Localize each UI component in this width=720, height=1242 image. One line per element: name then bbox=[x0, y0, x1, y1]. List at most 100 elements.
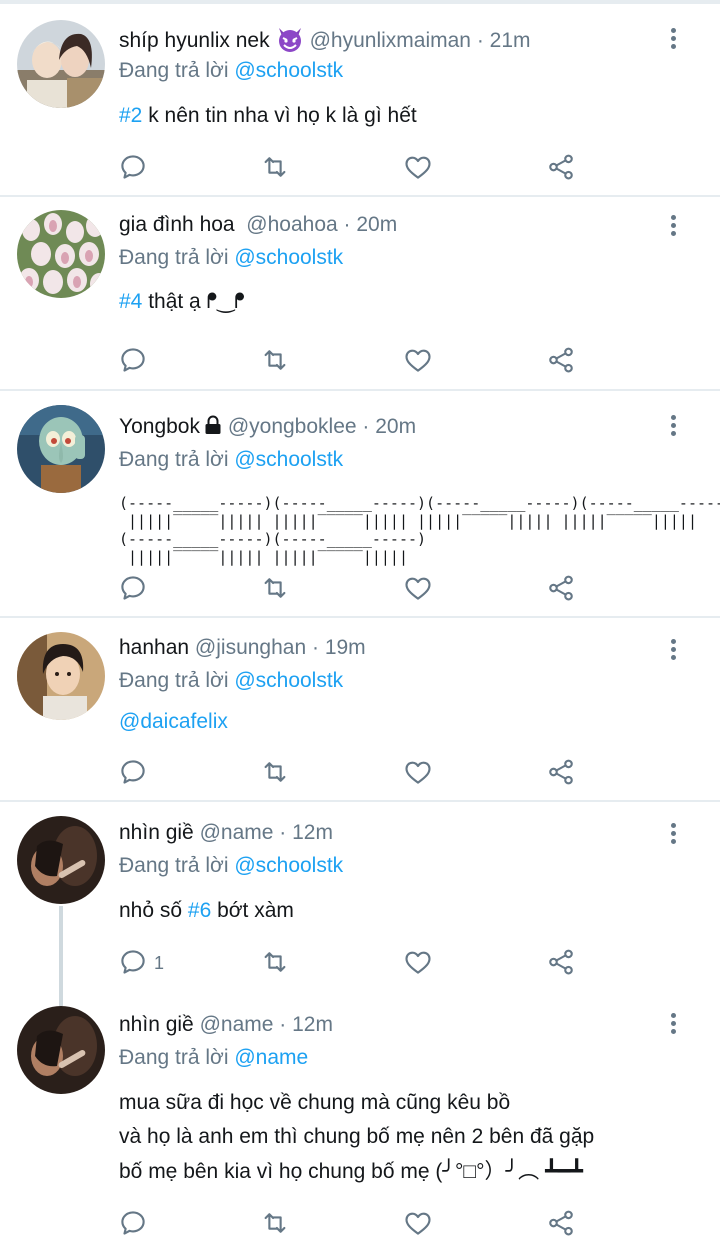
retweet-button[interactable] bbox=[260, 573, 294, 607]
reply-button[interactable] bbox=[118, 573, 152, 607]
display-name[interactable]: hanhan bbox=[119, 636, 189, 659]
mention-link[interactable]: @daicafelix bbox=[119, 710, 228, 733]
reply-mention[interactable]: @schoolstk bbox=[234, 246, 343, 269]
handle[interactable]: @name bbox=[200, 821, 274, 844]
handle[interactable]: @yongboklee bbox=[228, 415, 357, 438]
like-icon bbox=[405, 577, 431, 600]
reply-button[interactable] bbox=[118, 345, 152, 379]
timestamp[interactable]: 12m bbox=[292, 821, 333, 844]
reply-mention[interactable]: @schoolstk bbox=[234, 669, 343, 692]
share-button[interactable] bbox=[546, 573, 580, 607]
reply-button[interactable]: 1 bbox=[118, 947, 164, 981]
share-button[interactable] bbox=[546, 947, 580, 981]
like-button[interactable] bbox=[403, 947, 437, 981]
avatar[interactable] bbox=[17, 632, 105, 720]
lock-icon bbox=[204, 415, 222, 435]
retweet-icon bbox=[264, 952, 286, 972]
timestamp[interactable]: 12m bbox=[292, 1013, 333, 1036]
share-icon bbox=[549, 154, 573, 180]
reply-mention[interactable]: @name bbox=[234, 1046, 308, 1069]
more-icon[interactable] bbox=[664, 1011, 684, 1037]
display-name[interactable]: nhìn giề bbox=[119, 821, 194, 844]
tweet-text-line: bố mẹ bên kia vì họ chung bố mẹ (╯°□°）╯︵… bbox=[119, 1160, 583, 1183]
retweet-button[interactable] bbox=[260, 345, 294, 379]
display-name[interactable]: gia đình hoa bbox=[119, 213, 235, 236]
tweet-divider bbox=[0, 389, 720, 391]
reply-mention[interactable]: @schoolstk bbox=[234, 854, 343, 877]
more-icon[interactable] bbox=[664, 213, 684, 239]
top-divider bbox=[0, 0, 720, 4]
handle[interactable]: @hoahoa bbox=[246, 213, 337, 236]
like-button[interactable] bbox=[403, 573, 437, 607]
replying-label: Đang trả lời bbox=[119, 854, 229, 877]
retweet-icon bbox=[264, 157, 286, 177]
retweet-button[interactable] bbox=[260, 152, 294, 186]
replying-to: Đang trả lời @schoolstk bbox=[119, 853, 343, 879]
display-name[interactable]: nhìn giề bbox=[119, 1013, 194, 1036]
handle[interactable]: @jisunghan bbox=[195, 636, 306, 659]
hashtag[interactable]: #2 bbox=[119, 104, 142, 127]
share-icon bbox=[549, 1210, 573, 1236]
tweet-divider bbox=[0, 800, 720, 802]
separator-dot: · bbox=[306, 636, 325, 659]
reply-button[interactable] bbox=[118, 757, 152, 791]
ascii-art-line: |||||‾‾‾‾‾||||| |||||‾‾‾‾‾||||| |||||‾‾‾… bbox=[119, 512, 697, 530]
reply-button[interactable] bbox=[118, 152, 152, 186]
like-icon bbox=[405, 761, 431, 784]
devil-emoji bbox=[276, 25, 304, 53]
handle[interactable]: @hyunlixmaiman bbox=[310, 29, 471, 52]
more-icon[interactable] bbox=[664, 821, 684, 847]
replying-label: Đang trả lời bbox=[119, 669, 229, 692]
like-icon bbox=[405, 951, 431, 974]
replying-to: Đang trả lời @name bbox=[119, 1045, 308, 1071]
avatar[interactable] bbox=[17, 405, 105, 493]
avatar[interactable] bbox=[17, 1006, 105, 1094]
avatar[interactable] bbox=[17, 210, 105, 298]
tweet-divider bbox=[0, 195, 720, 197]
tweet-text-line: mua sữa đi học về chung mà cũng kêu bồ bbox=[119, 1091, 511, 1114]
display-name[interactable]: Yongbok bbox=[119, 415, 200, 438]
timestamp[interactable]: 19m bbox=[325, 636, 366, 659]
tweet-text: #4 thật ạ ᖰ‿ᖰ bbox=[119, 285, 245, 319]
reply-icon bbox=[121, 950, 145, 974]
separator-dot: · bbox=[470, 29, 490, 52]
tweet-text-content: nhỏ số bbox=[119, 899, 188, 922]
display-name[interactable]: shíp hyunlix nek bbox=[119, 29, 270, 52]
share-button[interactable] bbox=[546, 1208, 580, 1242]
like-button[interactable] bbox=[403, 1208, 437, 1242]
reply-icon bbox=[121, 155, 145, 179]
reply-mention[interactable]: @schoolstk bbox=[234, 59, 343, 82]
share-icon bbox=[549, 949, 573, 975]
like-button[interactable] bbox=[403, 757, 437, 791]
share-button[interactable] bbox=[546, 345, 580, 379]
action-bar bbox=[118, 573, 598, 607]
like-icon bbox=[405, 1212, 431, 1235]
tweet-text-content: k nên tin nha vì họ k là gì hết bbox=[142, 104, 417, 127]
action-bar bbox=[118, 152, 598, 186]
more-icon[interactable] bbox=[664, 637, 684, 663]
hashtag[interactable]: #6 bbox=[188, 899, 211, 922]
timestamp[interactable]: 21m bbox=[490, 29, 531, 52]
like-button[interactable] bbox=[403, 345, 437, 379]
replying-label: Đang trả lời bbox=[119, 246, 229, 269]
timestamp[interactable]: 20m bbox=[375, 415, 416, 438]
replying-label: Đang trả lời bbox=[119, 59, 229, 82]
action-bar bbox=[118, 345, 598, 379]
share-icon bbox=[549, 347, 573, 373]
timestamp[interactable]: 20m bbox=[356, 213, 397, 236]
more-icon[interactable] bbox=[664, 26, 684, 52]
share-button[interactable] bbox=[546, 757, 580, 791]
retweet-button[interactable] bbox=[260, 1208, 294, 1242]
retweet-button[interactable] bbox=[260, 757, 294, 791]
more-icon[interactable] bbox=[664, 413, 684, 439]
reply-button[interactable] bbox=[118, 1208, 152, 1242]
handle[interactable]: @name bbox=[200, 1013, 274, 1036]
share-button[interactable] bbox=[546, 152, 580, 186]
retweet-button[interactable] bbox=[260, 947, 294, 981]
like-button[interactable] bbox=[403, 152, 437, 186]
hashtag[interactable]: #4 bbox=[119, 290, 142, 313]
avatar[interactable] bbox=[17, 816, 105, 904]
avatar[interactable] bbox=[17, 20, 105, 108]
replying-label: Đang trả lời bbox=[119, 448, 229, 471]
reply-mention[interactable]: @schoolstk bbox=[234, 448, 343, 471]
